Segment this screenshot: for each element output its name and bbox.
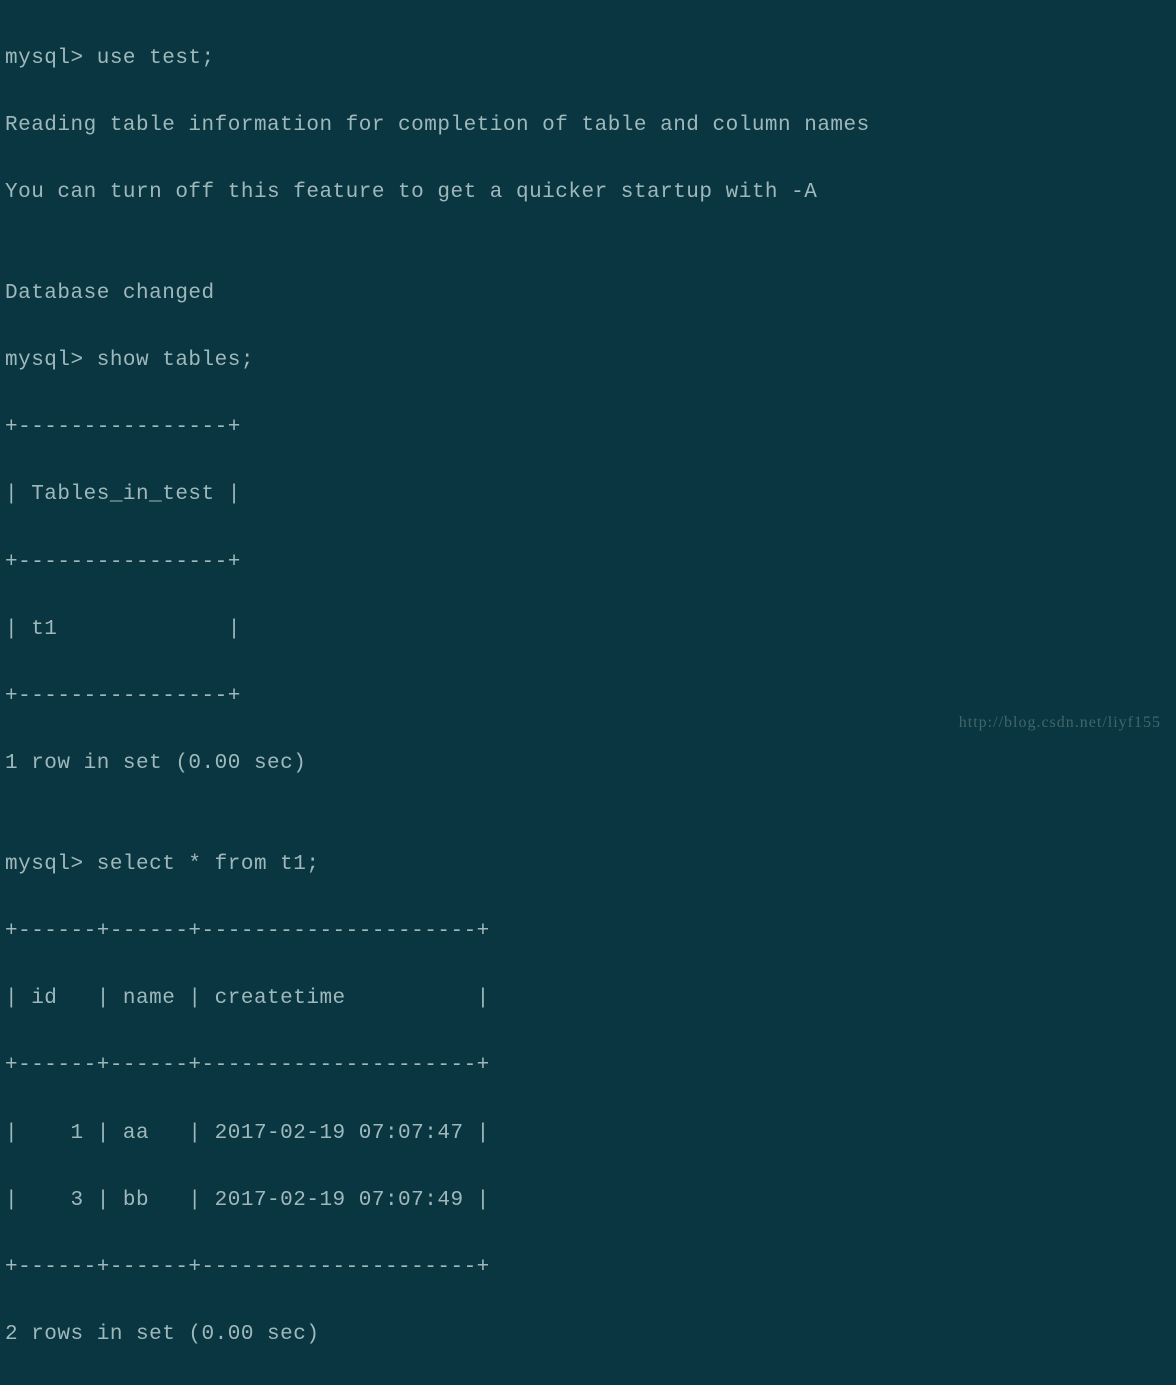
terminal-line: mysql> show tables;	[5, 344, 1171, 378]
terminal-line: +------+------+---------------------+	[5, 915, 1171, 949]
terminal-line: Database changed	[5, 277, 1171, 311]
terminal-line: +----------------+	[5, 546, 1171, 580]
terminal-line: 2 rows in set (0.00 sec)	[5, 1318, 1171, 1352]
terminal-line: mysql> select * from t1;	[5, 848, 1171, 882]
terminal-line: | id | name | createtime |	[5, 982, 1171, 1016]
terminal-line: 1 row in set (0.00 sec)	[5, 747, 1171, 781]
terminal-line: +------+------+---------------------+	[5, 1049, 1171, 1083]
terminal-line: +------+------+---------------------+	[5, 1251, 1171, 1285]
terminal-line: You can turn off this feature to get a q…	[5, 176, 1171, 210]
terminal-line: +----------------+	[5, 680, 1171, 714]
terminal-line: | 1 | aa | 2017-02-19 07:07:47 |	[5, 1117, 1171, 1151]
terminal-output: mysql> use test; Reading table informati…	[5, 8, 1171, 1385]
terminal-line: | Tables_in_test |	[5, 478, 1171, 512]
terminal-line: mysql> use test;	[5, 42, 1171, 76]
terminal-line: +----------------+	[5, 411, 1171, 445]
terminal-line: Reading table information for completion…	[5, 109, 1171, 143]
terminal-line: | 3 | bb | 2017-02-19 07:07:49 |	[5, 1184, 1171, 1218]
terminal-line: | t1 |	[5, 613, 1171, 647]
watermark-text: http://blog.csdn.net/liyf155	[959, 710, 1161, 736]
